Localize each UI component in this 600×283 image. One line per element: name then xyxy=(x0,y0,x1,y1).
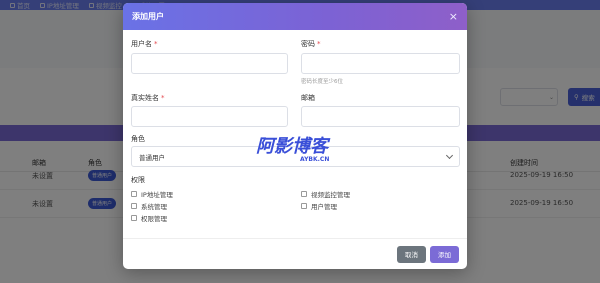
permission-label: 视频监控管理 xyxy=(311,191,350,199)
modal-title: 添加用户 xyxy=(132,12,164,21)
required-mark: * xyxy=(317,40,321,48)
permission-system-management[interactable]: 系统管理 xyxy=(131,201,167,211)
watermark-sub: AYBK.CN xyxy=(300,156,329,163)
checkbox[interactable] xyxy=(131,215,137,221)
cancel-button[interactable]: 取消 xyxy=(397,245,426,263)
realname-label-text: 真实姓名 xyxy=(131,94,159,102)
watermark-main: 阿影博客 xyxy=(256,136,331,157)
permission-user-management[interactable]: 用户管理 xyxy=(301,201,337,211)
modal-footer: 取消 添加 xyxy=(123,238,467,269)
watermark-logo: 阿影博客 AYBK.CN xyxy=(256,136,331,163)
realname-label: 真实姓名 * xyxy=(131,93,165,103)
permission-video-management[interactable]: 视频监控管理 xyxy=(301,189,350,199)
required-mark: * xyxy=(161,94,165,102)
username-label-text: 用户名 xyxy=(131,40,152,48)
checkbox[interactable] xyxy=(131,191,137,197)
email-label: 邮箱 xyxy=(301,94,315,102)
password-hint: 密码长度至少6位 xyxy=(301,79,343,85)
password-label-text: 密码 xyxy=(301,40,315,48)
password-label: 密码 * xyxy=(301,39,321,49)
permission-label: 系统管理 xyxy=(141,203,167,211)
permission-ip-management[interactable]: IP地址管理 xyxy=(131,189,173,199)
permission-label: 用户管理 xyxy=(311,203,337,211)
username-input[interactable] xyxy=(131,53,288,74)
add-button[interactable]: 添加 xyxy=(430,245,459,263)
permissions-label: 权限 xyxy=(131,176,145,184)
password-input[interactable] xyxy=(301,53,460,74)
role-select-value: 普通用户 xyxy=(139,153,165,162)
close-icon[interactable]: × xyxy=(449,11,458,22)
modal-header: 添加用户 × xyxy=(123,3,467,30)
required-mark: * xyxy=(154,40,158,48)
chevron-down-icon xyxy=(445,151,454,159)
checkbox[interactable] xyxy=(131,203,137,209)
permission-label: 权限管理 xyxy=(141,215,167,223)
role-label: 角色 xyxy=(131,135,145,143)
username-label: 用户名 * xyxy=(131,39,158,49)
permission-permission-management[interactable]: 权限管理 xyxy=(131,213,167,223)
email-input[interactable] xyxy=(301,106,460,127)
checkbox[interactable] xyxy=(301,191,307,197)
permission-label: IP地址管理 xyxy=(141,191,173,199)
checkbox[interactable] xyxy=(301,203,307,209)
realname-input[interactable] xyxy=(131,106,288,127)
